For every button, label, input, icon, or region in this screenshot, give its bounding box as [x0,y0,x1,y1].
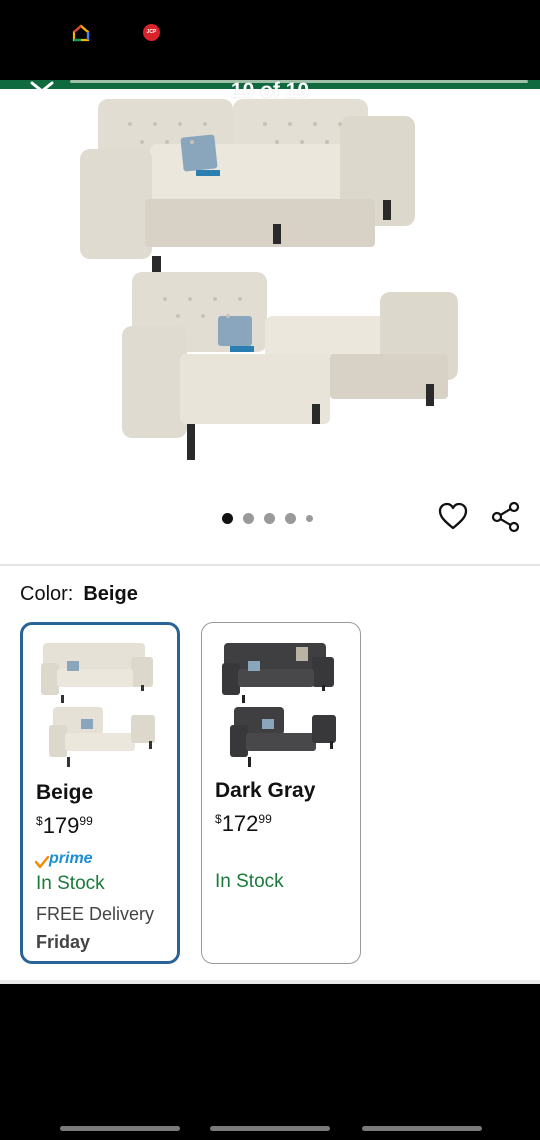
share-icon[interactable] [490,501,522,533]
sofa-split-image [122,272,458,460]
color-option-name: Beige [36,781,94,804]
product-page: 10 of 10 Color: Beige Beige $17999 prime… [0,79,540,984]
product-image[interactable] [70,94,470,479]
color-option-name: Dark Gray [215,779,316,802]
image-counter: 10 of 10 [230,79,310,102]
pagination-dot[interactable] [285,512,296,524]
dark-gray-sofa-thumbnail [222,643,336,767]
pagination-dot[interactable] [243,512,254,524]
heart-icon[interactable] [437,501,469,531]
prime-check-icon [35,855,49,869]
system-navigation-bar [0,984,540,1140]
nav-handle[interactable] [210,1126,330,1131]
stock-status: In Stock [215,871,284,892]
nav-handle[interactable] [60,1126,180,1131]
delivery-day: Friday [36,932,91,952]
pagination-dot[interactable] [222,512,233,524]
color-label: Color: Beige [20,583,138,606]
selected-color-value: Beige [83,583,138,605]
delivery-label: FREE Delivery [36,904,155,924]
color-option-dark-gray[interactable]: Dark Gray $17299 In Stock [201,622,361,964]
beige-sofa-thumbnail [41,643,155,767]
status-bar: JCP [0,0,540,80]
stock-status: In Stock [36,873,105,894]
pagination-dot[interactable] [306,514,313,522]
prime-label: prime [49,850,93,867]
google-home-icon [72,24,90,42]
jcpenney-icon: JCP [143,24,160,41]
color-label-text: Color: [20,583,74,605]
nav-handle[interactable] [362,1126,482,1131]
color-option-price: $17299 [215,811,272,836]
color-option-beige[interactable]: Beige $17999 prime In Stock FREE Deliver… [20,622,180,964]
section-divider [0,564,540,566]
gallery-pagination [222,512,313,524]
color-option-price: $17999 [36,813,93,838]
sofa-upright-image [80,99,415,278]
pagination-dot[interactable] [264,512,275,524]
